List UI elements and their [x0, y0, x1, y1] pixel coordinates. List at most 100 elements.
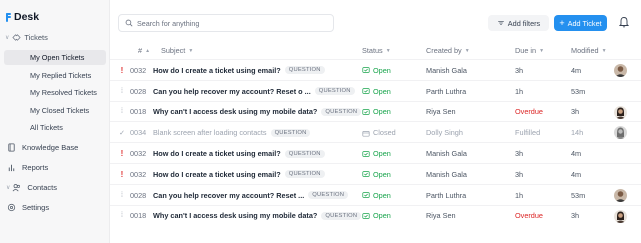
modified-time: 3h — [571, 211, 580, 221]
column-header-status[interactable]: Status ▼ — [362, 42, 391, 59]
search-input[interactable] — [137, 18, 327, 28]
column-header-subject[interactable]: Subject ▼ — [161, 42, 193, 59]
status-label: Open — [373, 169, 391, 179]
status-badge: Open — [362, 143, 391, 164]
avatar[interactable] — [614, 126, 627, 140]
table-row[interactable]: ! 0032 How do I create a ticket using em… — [110, 59, 641, 80]
contacts-icon — [13, 184, 21, 192]
avatar[interactable] — [614, 209, 627, 223]
sidebar-item-my-open-tickets[interactable]: My Open Tickets — [4, 50, 106, 65]
gear-icon — [7, 203, 16, 212]
app-brand[interactable]: Desk — [6, 11, 39, 23]
ticket-subject-text: Why can't I access desk using my mobile … — [153, 107, 318, 117]
ticket-subject[interactable]: How do I create a ticket using email? QU… — [153, 60, 325, 81]
sidebar-item-reports[interactable]: Reports — [4, 160, 106, 175]
notification-bell-icon[interactable] — [619, 16, 629, 28]
created-by: Manish Gala — [426, 65, 467, 75]
column-header-modified[interactable]: Modified ▼ — [571, 42, 607, 59]
avatar[interactable] — [614, 105, 627, 119]
table-row[interactable]: ⁞ 0028 Can you help recover my account? … — [110, 183, 641, 206]
ticket-subject[interactable]: Why can't I access desk using my mobile … — [153, 102, 362, 123]
ticket-id: 0018 — [130, 211, 147, 221]
book-icon — [8, 143, 15, 152]
table-row[interactable]: ! 0032 How do I create a ticket using em… — [110, 163, 641, 184]
open-ticket-icon — [362, 88, 370, 94]
ticket-id: 0028 — [130, 190, 147, 200]
modified-time: 3h — [571, 107, 580, 117]
column-header-id[interactable]: # ▲ — [138, 42, 150, 59]
search-bar[interactable] — [118, 14, 334, 32]
modified-time: 53m — [571, 86, 586, 96]
priority-indicator: ! — [120, 169, 124, 179]
column-label: # — [138, 46, 143, 55]
ticket-id: 0028 — [130, 86, 147, 96]
avatar[interactable] — [614, 64, 627, 77]
status-badge: Open — [362, 102, 391, 123]
ticket-type-badge: QUESTION — [284, 170, 325, 179]
ticket-id: 0018 — [130, 107, 147, 117]
priority-indicator: ! — [120, 65, 124, 75]
sidebar-group-tickets[interactable]: ∨ Tickets — [5, 32, 48, 42]
modified-time: 14h — [571, 128, 584, 138]
status-label: Open — [373, 86, 391, 96]
ticket-subject[interactable]: Why can't I access desk using my mobile … — [153, 206, 362, 227]
table-row[interactable]: ⁞ 0018 Why can't I access desk using my … — [110, 100, 641, 123]
sidebar-item-knowledge-base[interactable]: Knowledge Base — [4, 140, 106, 155]
sidebar-item-all-tickets[interactable]: All Tickets — [4, 120, 106, 135]
ticket-subject[interactable]: How do I create a ticket using email? QU… — [153, 164, 325, 185]
ticket-subject-text: Blank screen after loading contacts — [153, 128, 267, 138]
ticket-type-badge: QUESTION — [321, 211, 362, 220]
ticket-id: 0032 — [130, 149, 147, 159]
ticket-type-badge: QUESTION — [314, 87, 355, 96]
modified-time: 53m — [571, 190, 586, 200]
status-badge: Open — [362, 60, 391, 81]
priority-indicator: ⁞ — [121, 212, 123, 220]
column-label: Due in — [515, 46, 537, 55]
ticket-subject[interactable]: Blank screen after loading contacts QUES… — [153, 122, 311, 143]
modified-time: 4m — [571, 169, 582, 179]
open-ticket-icon — [362, 67, 370, 74]
ticket-subject-text: How do I create a ticket using email? — [153, 65, 281, 75]
due-in: 1h — [515, 190, 524, 200]
table-row[interactable]: ⁞ 0018 Why can't I access desk using my … — [110, 204, 641, 227]
modified-time: 4m — [571, 149, 582, 159]
ticket-id: 0032 — [130, 65, 147, 75]
ticket-subject[interactable]: How do I create a ticket using email? QU… — [153, 143, 325, 164]
add-ticket-button[interactable]: + Add Ticket — [554, 15, 607, 31]
table-row[interactable]: ✓ 0034 Blank screen after loading contac… — [110, 121, 641, 142]
chevron-down-icon: ▼ — [464, 47, 470, 54]
ticket-subject[interactable]: Can you help recover my account? Reset o… — [153, 81, 355, 102]
sidebar-item-contacts[interactable]: ∨ Contacts — [4, 180, 106, 195]
ticket-icon — [12, 33, 22, 41]
ticket-subject-text: Can you help recover my account? Reset .… — [153, 190, 305, 200]
ticket-subject-text: How do I create a ticket using email? — [153, 149, 281, 159]
status-badge: Open — [362, 185, 391, 206]
add-filters-button[interactable]: Add filters — [488, 15, 549, 31]
created-by: Parth Luthra — [426, 190, 467, 200]
open-ticket-icon — [362, 150, 370, 157]
search-icon — [125, 19, 133, 27]
open-ticket-icon — [362, 171, 370, 178]
due-in: 3h — [515, 149, 524, 159]
ticket-type-badge: QUESTION — [270, 128, 311, 137]
created-by: Riya Sen — [426, 211, 456, 221]
sidebar-item-my-closed-tickets[interactable]: My Closed Tickets — [4, 103, 106, 118]
priority-indicator: ⁞ — [121, 191, 123, 199]
sidebar-item-my-resolved-tickets[interactable]: My Resolved Tickets — [4, 85, 106, 100]
ticket-type-badge: QUESTION — [284, 149, 325, 158]
column-label: Modified — [571, 46, 599, 55]
column-header-due-in[interactable]: Due in ▼ — [515, 42, 544, 59]
sidebar-item-settings[interactable]: Settings — [4, 200, 106, 215]
sidebar-item-label: Knowledge Base — [22, 143, 79, 152]
created-by: Riya Sen — [426, 107, 456, 117]
ticket-subject[interactable]: Can you help recover my account? Reset .… — [153, 185, 349, 206]
due-in: 3h — [515, 169, 524, 179]
sidebar-item-my-replied-tickets[interactable]: My Replied Tickets — [4, 68, 106, 83]
open-ticket-icon — [362, 109, 370, 115]
table-row[interactable]: ! 0032 How do I create a ticket using em… — [110, 142, 641, 163]
ticket-type-badge: QUESTION — [308, 191, 349, 200]
column-header-created-by[interactable]: Created by ▼ — [426, 42, 470, 59]
table-row[interactable]: ⁞ 0028 Can you help recover my account? … — [110, 79, 641, 102]
avatar[interactable] — [614, 188, 627, 202]
bar-chart-icon — [8, 164, 15, 172]
